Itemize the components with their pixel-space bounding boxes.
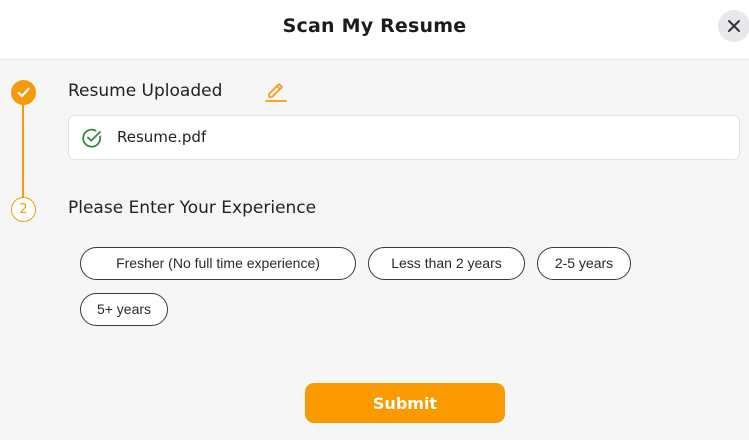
close-button[interactable] <box>718 10 749 42</box>
pencil-icon[interactable] <box>264 80 288 104</box>
uploaded-file-box: Resume.pdf <box>68 115 740 160</box>
step-2-marker: 2 <box>11 197 36 222</box>
experience-option-fresher[interactable]: Fresher (No full time experience) <box>80 247 356 280</box>
submit-button[interactable]: Submit <box>305 383 505 423</box>
experience-option-less-than-2-years[interactable]: Less than 2 years <box>368 247 525 280</box>
checkmark-icon <box>17 87 30 98</box>
scan-resume-modal: Scan My Resume Resume Uploaded Resume.pd… <box>0 0 749 440</box>
file-name: Resume.pdf <box>117 128 207 146</box>
modal-title: Scan My Resume <box>282 15 467 37</box>
close-icon <box>728 20 740 32</box>
modal-header: Scan My Resume <box>0 0 749 60</box>
experience-option-2-5-years[interactable]: 2-5 years <box>537 247 631 280</box>
experience-option-5-plus-years[interactable]: 5+ years <box>80 293 168 326</box>
step-connector-line <box>22 104 24 200</box>
step-1-complete-marker <box>11 80 36 105</box>
check-circle-icon <box>82 128 102 148</box>
step-2-label: Please Enter Your Experience <box>68 198 317 218</box>
step-1-label: Resume Uploaded <box>68 81 223 101</box>
